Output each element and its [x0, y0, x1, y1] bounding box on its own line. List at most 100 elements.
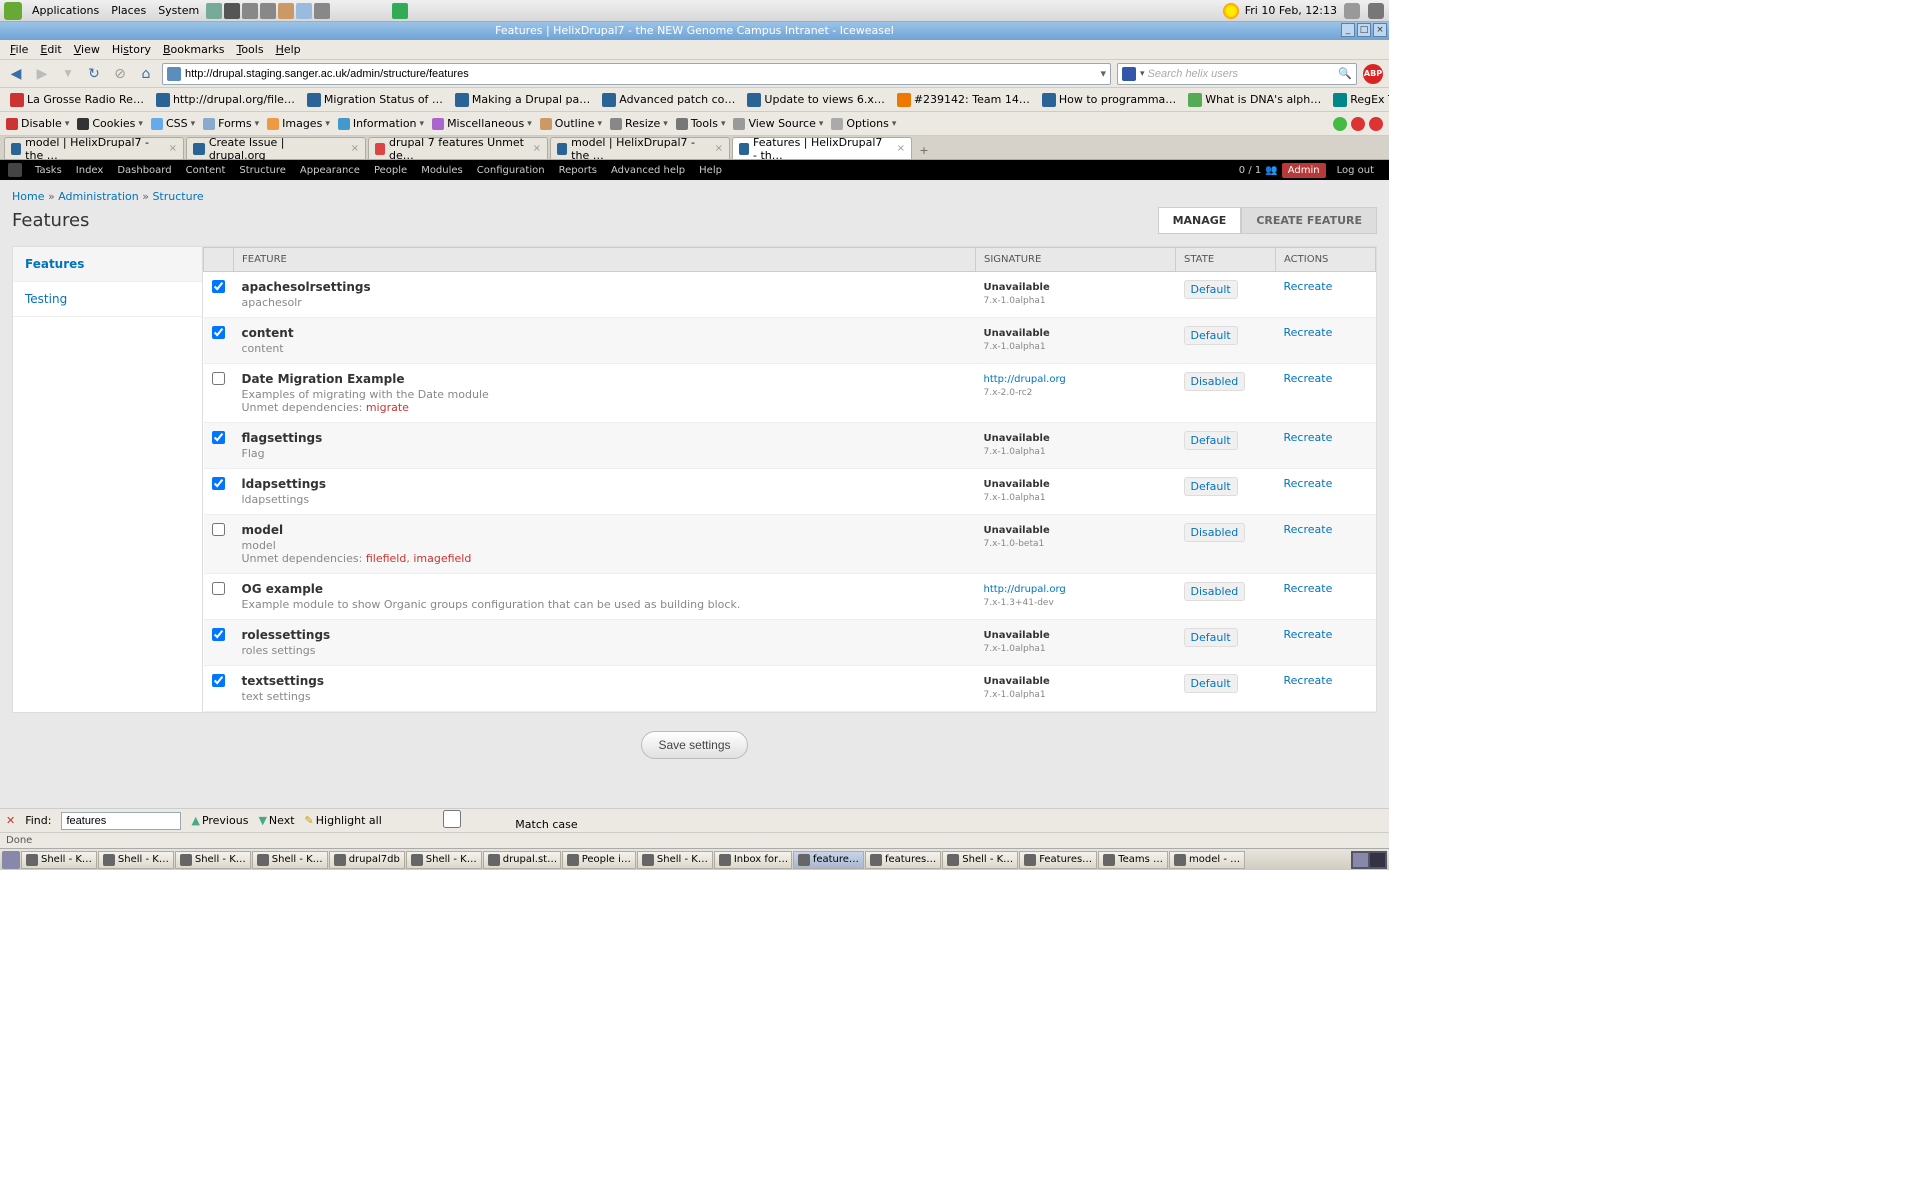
- launcher-icon[interactable]: [242, 3, 258, 19]
- feature-checkbox[interactable]: [212, 582, 225, 595]
- bookmark-item[interactable]: How to programma…: [1038, 91, 1180, 109]
- tab-close-icon[interactable]: ×: [533, 143, 541, 154]
- taskbar-item[interactable]: model - …: [1169, 851, 1245, 869]
- bookmark-item[interactable]: What is DNA's alph…: [1184, 91, 1325, 109]
- menu-view[interactable]: View: [70, 43, 104, 56]
- launcher-icon[interactable]: [206, 3, 222, 19]
- feature-checkbox[interactable]: [212, 477, 225, 490]
- tab-close-icon[interactable]: ×: [897, 143, 905, 154]
- users-icon[interactable]: 👥: [1265, 165, 1277, 176]
- drupal-menu-structure[interactable]: Structure: [232, 165, 293, 176]
- feature-checkbox[interactable]: [212, 280, 225, 293]
- search-engine-dropdown[interactable]: ▾: [1140, 69, 1145, 79]
- save-settings-button[interactable]: Save settings: [641, 731, 747, 759]
- recreate-link[interactable]: Recreate: [1284, 280, 1333, 293]
- gnome-menu-places[interactable]: Places: [105, 4, 152, 17]
- feature-checkbox[interactable]: [212, 326, 225, 339]
- url-input[interactable]: [185, 68, 1096, 80]
- launcher-icon[interactable]: [278, 3, 294, 19]
- webdev-css[interactable]: CSS▾: [151, 117, 195, 130]
- url-dropdown-icon[interactable]: ▾: [1100, 67, 1106, 80]
- feature-checkbox[interactable]: [212, 431, 225, 444]
- bookmark-item[interactable]: Migration Status of …: [303, 91, 447, 109]
- drupal-menu-help[interactable]: Help: [692, 165, 729, 176]
- highlight-all-button[interactable]: ✎Highlight all: [305, 814, 382, 827]
- state-link[interactable]: Default: [1184, 431, 1238, 450]
- taskbar-item[interactable]: Teams …: [1098, 851, 1168, 869]
- recreate-link[interactable]: Recreate: [1284, 477, 1333, 490]
- browser-tab[interactable]: drupal 7 features Unmet de…×: [368, 137, 548, 159]
- feature-checkbox[interactable]: [212, 372, 225, 385]
- recreate-link[interactable]: Recreate: [1284, 431, 1333, 444]
- signature-link[interactable]: http://drupal.org: [984, 374, 1066, 385]
- webdev-cookies[interactable]: Cookies▾: [77, 117, 143, 130]
- webdev-miscellaneous[interactable]: Miscellaneous▾: [432, 117, 532, 130]
- webdev-options[interactable]: Options▾: [831, 117, 896, 130]
- drupal-menu-modules[interactable]: Modules: [414, 165, 470, 176]
- menu-file[interactable]: File: [6, 43, 32, 56]
- bookmark-item[interactable]: Making a Drupal pa…: [451, 91, 594, 109]
- menu-history[interactable]: History: [108, 43, 155, 56]
- tab-close-icon[interactable]: ×: [351, 143, 359, 154]
- state-link[interactable]: Disabled: [1184, 372, 1246, 391]
- search-input[interactable]: [1148, 68, 1339, 80]
- reload-button[interactable]: ↻: [84, 64, 104, 84]
- taskbar-item[interactable]: drupal7db: [329, 851, 405, 869]
- taskbar-item[interactable]: People i…: [562, 851, 636, 869]
- forward-button[interactable]: ▶: [32, 64, 52, 84]
- bookmark-item[interactable]: La Grosse Radio Re…: [6, 91, 148, 109]
- taskbar-item[interactable]: Features…: [1019, 851, 1097, 869]
- search-icon[interactable]: 🔍: [1338, 67, 1352, 80]
- taskbar-item[interactable]: Shell - K…: [252, 851, 328, 869]
- taskbar-item[interactable]: Shell - K…: [98, 851, 174, 869]
- sidebar-item-features[interactable]: Features: [13, 247, 202, 282]
- taskbar-item[interactable]: feature…: [793, 851, 864, 869]
- state-link[interactable]: Disabled: [1184, 523, 1246, 542]
- menu-tools[interactable]: Tools: [232, 43, 267, 56]
- drupal-menu-reports[interactable]: Reports: [552, 165, 604, 176]
- bookmark-item[interactable]: #239142: Team 14…: [893, 91, 1034, 109]
- recreate-link[interactable]: Recreate: [1284, 326, 1333, 339]
- webdev-forms[interactable]: Forms▾: [203, 117, 259, 130]
- network-icon[interactable]: [1368, 3, 1384, 19]
- search-engine-icon[interactable]: [1122, 67, 1136, 81]
- dropdown-nav-button[interactable]: ▼: [58, 64, 78, 84]
- clock[interactable]: Fri 10 Feb, 12:13: [1245, 4, 1337, 17]
- launcher-icon[interactable]: [314, 3, 330, 19]
- recreate-link[interactable]: Recreate: [1284, 674, 1333, 687]
- launcher-icon[interactable]: [392, 3, 408, 19]
- recreate-link[interactable]: Recreate: [1284, 523, 1333, 536]
- recreate-link[interactable]: Recreate: [1284, 628, 1333, 641]
- webdev-outline[interactable]: Outline▾: [540, 117, 602, 130]
- find-previous-button[interactable]: ▲Previous: [191, 814, 248, 827]
- taskbar-item[interactable]: features…: [865, 851, 941, 869]
- webdev-information[interactable]: Information▾: [338, 117, 424, 130]
- show-desktop-icon[interactable]: [2, 851, 20, 869]
- maximize-button[interactable]: □: [1357, 23, 1371, 37]
- browser-tab[interactable]: model | HelixDrupal7 - the …×: [550, 137, 730, 159]
- tab-manage[interactable]: MANAGE: [1158, 207, 1242, 234]
- drupal-menu-advhelp[interactable]: Advanced help: [604, 165, 692, 176]
- minimize-button[interactable]: _: [1341, 23, 1355, 37]
- launcher-icon[interactable]: [296, 3, 312, 19]
- home-button[interactable]: ⌂: [136, 64, 156, 84]
- state-link[interactable]: Default: [1184, 280, 1238, 299]
- state-link[interactable]: Default: [1184, 674, 1238, 693]
- adblock-icon[interactable]: ABP: [1363, 64, 1383, 84]
- bookmark-item[interactable]: Advanced patch co…: [598, 91, 739, 109]
- drupal-menu-content[interactable]: Content: [179, 165, 233, 176]
- feature-checkbox[interactable]: [212, 674, 225, 687]
- drupal-menu-index[interactable]: Index: [69, 165, 111, 176]
- taskbar-item[interactable]: Shell - K…: [406, 851, 482, 869]
- url-bar[interactable]: ▾: [162, 63, 1111, 85]
- launcher-icon[interactable]: [260, 3, 276, 19]
- workspace-pager[interactable]: [1351, 851, 1387, 869]
- state-link[interactable]: Disabled: [1184, 582, 1246, 601]
- gnome-foot-icon[interactable]: [4, 2, 22, 20]
- drupal-menu-configuration[interactable]: Configuration: [470, 165, 552, 176]
- drupal-menu-appearance[interactable]: Appearance: [293, 165, 367, 176]
- breadcrumb-home[interactable]: Home: [12, 190, 44, 203]
- browser-tab[interactable]: Features | HelixDrupal7 - th…×: [732, 137, 912, 159]
- tab-close-icon[interactable]: ×: [169, 143, 177, 154]
- state-link[interactable]: Default: [1184, 628, 1238, 647]
